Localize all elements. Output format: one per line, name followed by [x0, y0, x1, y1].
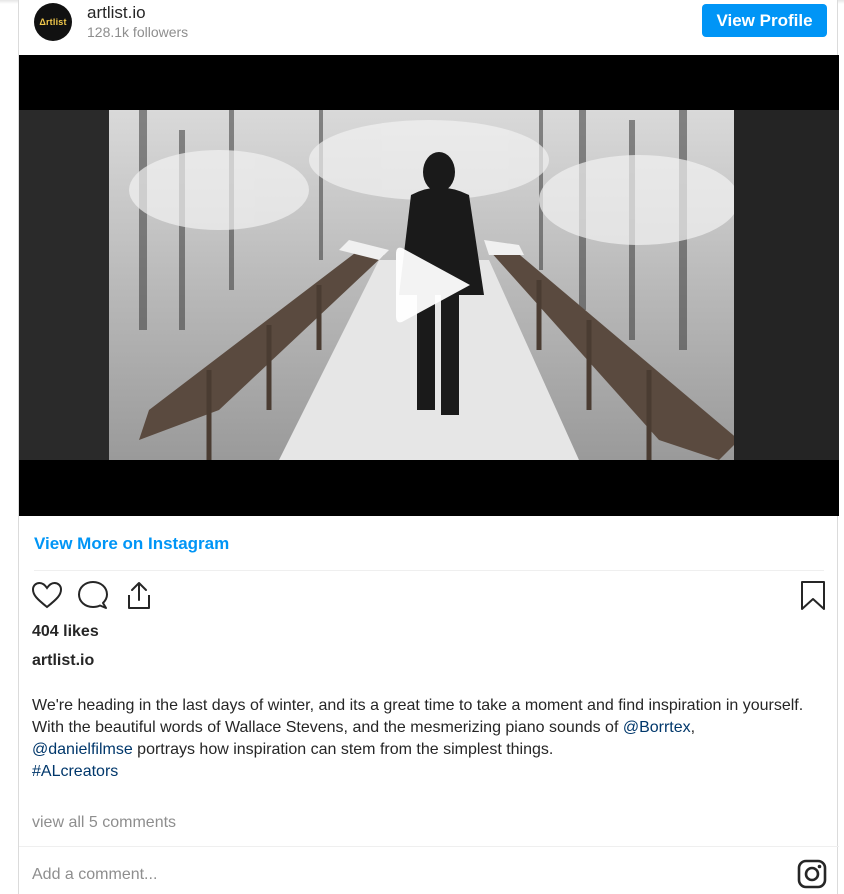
caption-text: With the beautiful words of Wallace Stev… — [32, 719, 623, 736]
view-more-on-instagram-link[interactable]: View More on Instagram — [34, 534, 229, 554]
caption-line-2: With the beautiful words of Wallace Stev… — [32, 717, 827, 739]
instagram-embed-card: Δrtlist artlist.io 128.1k followers View… — [18, 0, 839, 894]
view-all-comments-link[interactable]: view all 5 comments — [32, 814, 176, 832]
follower-count: 128.1k followers — [87, 24, 189, 40]
divider — [19, 846, 839, 847]
username[interactable]: artlist.io — [87, 3, 146, 23]
divider — [34, 570, 824, 571]
heart-icon[interactable] — [31, 580, 63, 610]
avatar-logo-text: Δrtlist — [39, 17, 67, 27]
mention-borrtex[interactable]: @Borrtex — [623, 719, 691, 736]
caption-comma: , — [690, 719, 696, 736]
share-icon[interactable] — [123, 579, 155, 611]
avatar[interactable]: Δrtlist — [34, 3, 72, 41]
caption-line-1: We're heading in the last days of winter… — [32, 697, 804, 714]
instagram-logo-icon[interactable] — [797, 859, 827, 889]
post-header: Δrtlist artlist.io 128.1k followers View… — [19, 0, 839, 54]
comment-icon[interactable] — [77, 580, 109, 610]
hashtag-alcreators[interactable]: #ALcreators — [32, 761, 827, 783]
video-player[interactable] — [19, 55, 839, 516]
view-profile-button[interactable]: View Profile — [702, 4, 827, 37]
bookmark-icon[interactable] — [800, 580, 826, 612]
caption-line-3: @danielfilmse portrays how inspiration c… — [32, 739, 827, 761]
add-comment-input[interactable]: Add a comment... — [32, 866, 157, 884]
caption-text: portrays how inspiration can stem from t… — [132, 741, 554, 758]
like-count[interactable]: 404 likes — [32, 623, 99, 641]
post-caption: We're heading in the last days of winter… — [32, 695, 827, 783]
mention-danielfilmse[interactable]: @danielfilmse — [32, 741, 133, 758]
caption-username[interactable]: artlist.io — [32, 652, 94, 670]
play-icon[interactable] — [390, 242, 476, 328]
